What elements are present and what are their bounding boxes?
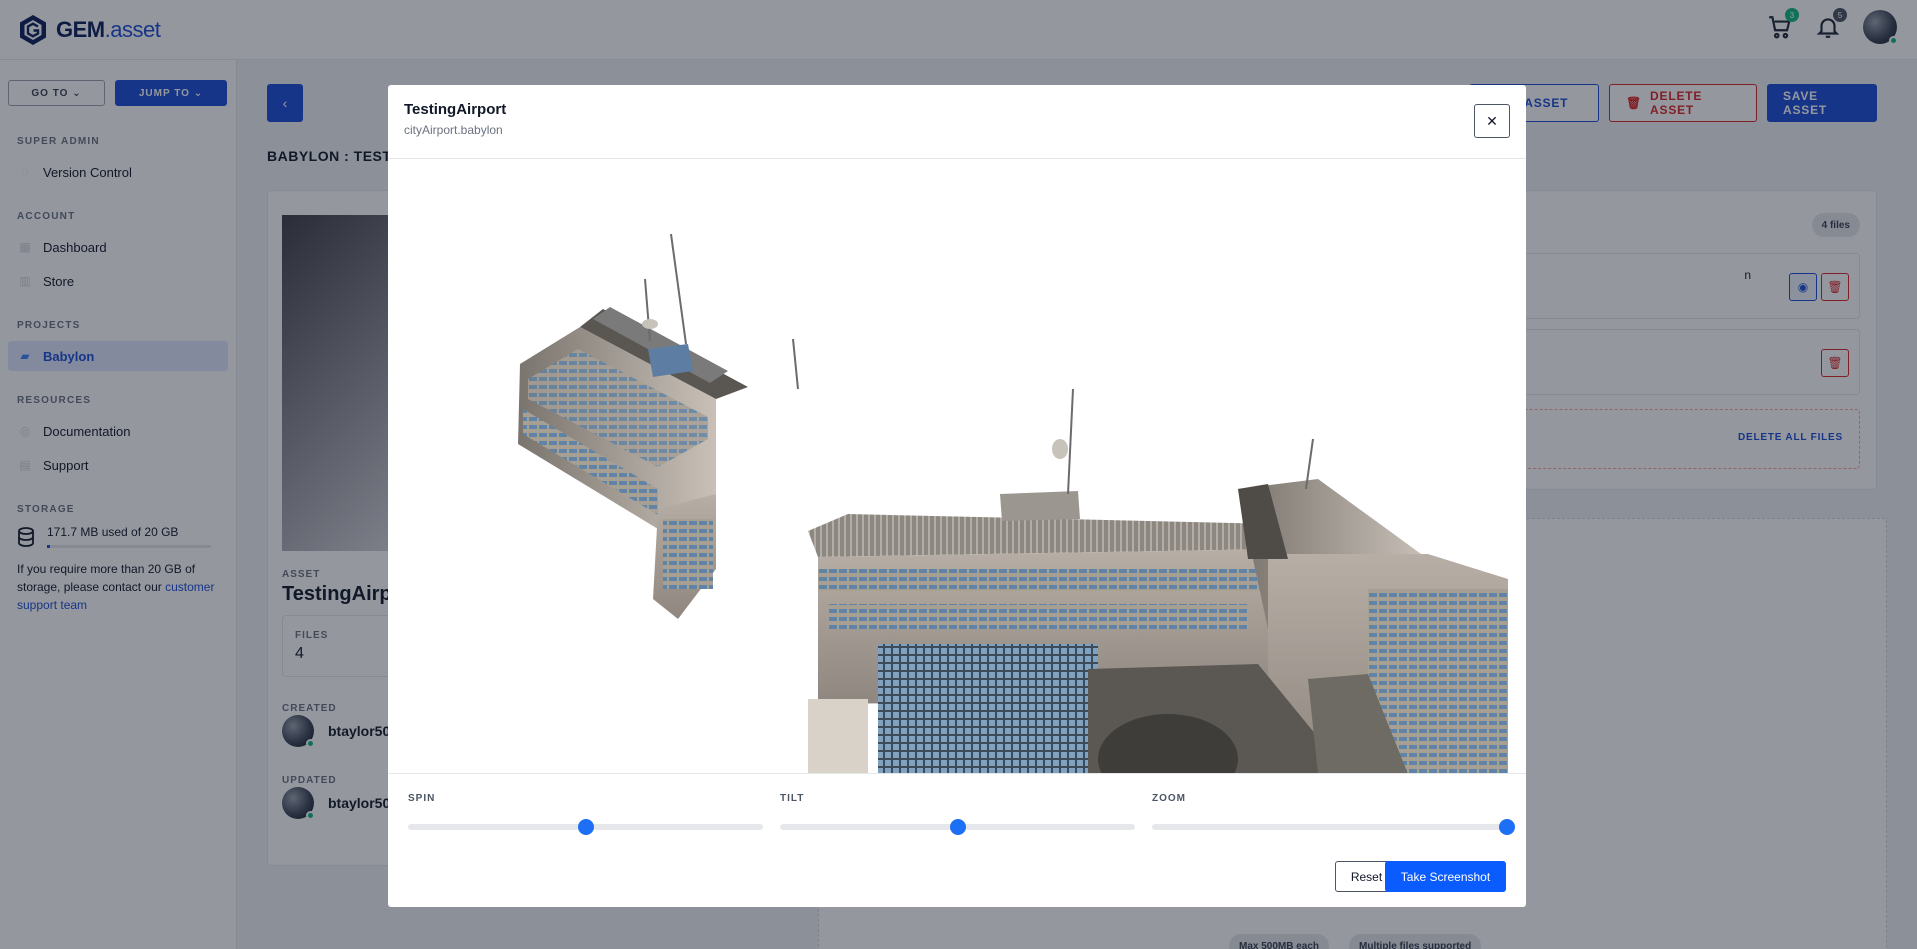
viewer-controls: SPIN TILT ZOOM Reset Take Screenshot: [388, 775, 1526, 907]
preview-modal: TestingAirport cityAirport.babylon ✕ SPI…: [388, 85, 1526, 907]
modal-header: TestingAirport cityAirport.babylon ✕: [388, 85, 1526, 159]
tilt-control: TILT: [780, 793, 1135, 835]
airport-3d-model: [518, 233, 1508, 773]
spin-slider-handle[interactable]: [577, 819, 594, 835]
modal-subtitle: cityAirport.babylon: [404, 123, 503, 137]
modal-title: TestingAirport: [404, 101, 507, 118]
3d-viewport[interactable]: [388, 159, 1526, 774]
spin-slider[interactable]: [408, 819, 763, 835]
spin-control: SPIN: [408, 793, 763, 835]
zoom-control: ZOOM: [1152, 793, 1515, 835]
zoom-slider[interactable]: [1152, 819, 1515, 835]
close-button[interactable]: ✕: [1474, 104, 1510, 138]
tilt-slider[interactable]: [780, 819, 1135, 835]
zoom-slider-handle[interactable]: [1499, 819, 1515, 835]
take-screenshot-button[interactable]: Take Screenshot: [1385, 861, 1506, 892]
close-icon: ✕: [1486, 112, 1498, 129]
tilt-slider-handle[interactable]: [949, 819, 966, 835]
